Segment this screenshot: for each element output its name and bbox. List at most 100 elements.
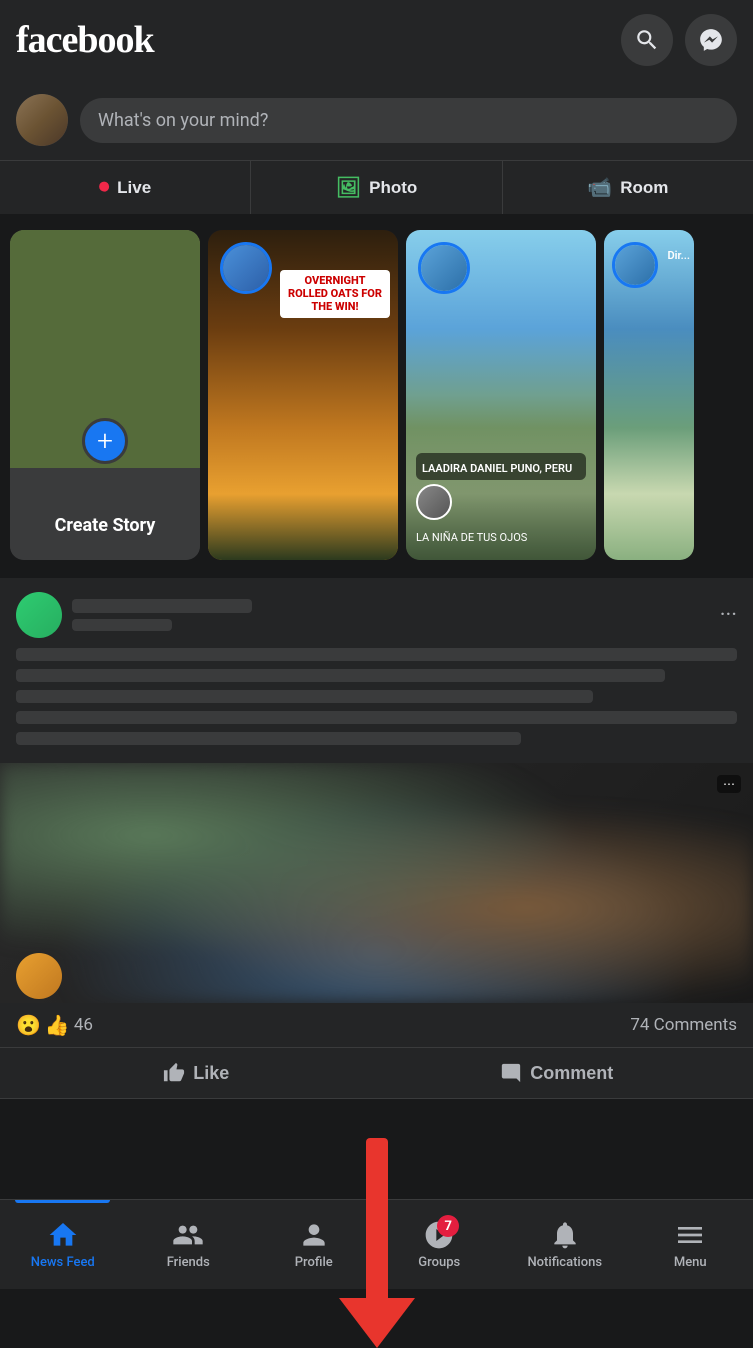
room-button[interactable]: 📹 Room: [503, 161, 753, 214]
nav-profile-icon: [298, 1219, 330, 1251]
story-card-4[interactable]: Dir...: [604, 230, 694, 560]
next-post-avatar: [16, 953, 62, 999]
story-3-song: LA NIÑA DE TUS OJOS: [416, 526, 586, 545]
nav-news-feed[interactable]: News Feed: [0, 1200, 126, 1289]
create-story-bottom: Create Story: [10, 468, 200, 560]
comment-label: Comment: [530, 1063, 613, 1084]
like-emoji: 👍: [45, 1013, 70, 1037]
story-4-name: Dir...: [667, 244, 690, 263]
nav-groups[interactable]: 7 Groups: [377, 1200, 503, 1289]
feed-post: ··· ⋯ 😮 👍 46 74 Comments: [0, 578, 753, 1099]
story-3-person-avatar: [416, 484, 452, 520]
header-icons: [621, 14, 737, 66]
avatar-image: [16, 94, 68, 146]
post-text-line-4: [16, 711, 737, 724]
post-composer: What's on your mind?: [0, 80, 753, 161]
story-3-label: LAADIRA DANIEL PUNO, PERU: [416, 453, 586, 480]
plus-icon: +: [97, 427, 113, 455]
post-more-button[interactable]: ···: [720, 603, 737, 628]
post-author-name: [72, 599, 252, 613]
create-story-plus: +: [82, 418, 128, 464]
story-4-avatar-img: [615, 245, 655, 285]
nav-notifications[interactable]: Notifications: [502, 1200, 628, 1289]
post-actions: Like Comment: [0, 1048, 753, 1099]
reactions-bar: 😮 👍 46 74 Comments: [0, 1003, 753, 1048]
story-4-name-text: Dir...: [667, 249, 690, 262]
create-story-label: Create Story: [55, 515, 156, 536]
comments-count[interactable]: 74 Comments: [630, 1015, 737, 1035]
room-icon: 📹: [587, 175, 612, 200]
nav-friends-label: Friends: [167, 1255, 210, 1270]
header: facebook: [0, 0, 753, 80]
story-card-2[interactable]: OVERNIGHT ROLLED OATS FOR THE WIN!: [208, 230, 398, 560]
stories-row: + Create Story OVERNIGHT ROLLED OATS FOR…: [0, 220, 753, 570]
messenger-button[interactable]: [685, 14, 737, 66]
nav-friends[interactable]: Friends: [126, 1200, 252, 1289]
facebook-logo: facebook: [16, 18, 154, 62]
search-icon: [634, 27, 660, 53]
live-button[interactable]: ⏺ Live: [0, 161, 251, 214]
photo-label: Photo: [369, 178, 417, 198]
post-card: ··· ⋯ 😮 👍 46 74 Comments: [0, 578, 753, 1099]
groups-badge: 7: [437, 1215, 459, 1237]
like-icon: [163, 1062, 185, 1084]
menu-icon: [674, 1219, 706, 1251]
composer-input[interactable]: What's on your mind?: [80, 98, 737, 143]
post-side-label: ⋯: [717, 775, 741, 793]
live-label: Live: [117, 178, 151, 198]
nav-profile-label: Profile: [295, 1255, 333, 1270]
post-image-blur: [0, 763, 753, 1003]
post-text-content: [0, 648, 753, 763]
story-3-avatar-img: [421, 245, 467, 291]
story-3-text: LAADIRA DANIEL PUNO, PERU: [422, 462, 572, 475]
story-banner: OVERNIGHT ROLLED OATS FOR THE WIN!: [280, 270, 390, 318]
story-3-person: [416, 484, 586, 520]
live-icon: ⏺: [99, 176, 109, 199]
create-story-card[interactable]: + Create Story: [10, 230, 200, 560]
wow-emoji: 😮: [16, 1013, 41, 1037]
home-icon: [47, 1219, 79, 1251]
story-3-avatar: [418, 242, 470, 294]
comment-button[interactable]: Comment: [377, 1052, 738, 1094]
post-text-line-2: [16, 669, 665, 682]
nav-menu[interactable]: Menu: [628, 1200, 753, 1289]
photo-icon: 🖼: [336, 175, 361, 200]
story-2-avatar-img: [223, 245, 269, 291]
nav-notifications-label: Notifications: [527, 1255, 602, 1270]
post-text-line-1: [16, 648, 737, 661]
reaction-emojis: 😮 👍 46: [16, 1013, 93, 1037]
nav-menu-icon: [674, 1219, 706, 1251]
room-label: Room: [620, 178, 668, 198]
nav-profile[interactable]: Profile: [251, 1200, 377, 1289]
action-bar: ⏺ Live 🖼 Photo 📹 Room: [0, 161, 753, 220]
post-text-line-3: [16, 690, 593, 703]
like-label: Like: [193, 1063, 229, 1084]
post-header: ···: [0, 578, 753, 648]
nav-news-feed-label: News Feed: [31, 1255, 95, 1270]
friends-icon: [172, 1219, 204, 1251]
post-text-line-5: [16, 732, 521, 745]
story-2-avatar: [220, 242, 272, 294]
story-card-3[interactable]: LAADIRA DANIEL PUNO, PERU LA NIÑA DE TUS…: [406, 230, 596, 560]
notifications-icon: [549, 1219, 581, 1251]
story-3-song-text: LA NIÑA DE TUS OJOS: [416, 531, 527, 544]
nav-notifications-icon: [549, 1219, 581, 1251]
post-image: ⋯: [0, 763, 753, 1003]
user-avatar: [16, 94, 68, 146]
profile-icon: [298, 1219, 330, 1251]
comment-icon: [500, 1062, 522, 1084]
messenger-icon: [698, 27, 724, 53]
story-4-avatar: [612, 242, 658, 288]
nav-groups-icon: 7: [423, 1219, 455, 1251]
bottom-nav: News Feed Friends Profile 7 Groups: [0, 1199, 753, 1289]
arrow-head: [339, 1298, 415, 1348]
post-avatar: [16, 592, 62, 638]
post-time: [72, 619, 172, 631]
search-button[interactable]: [621, 14, 673, 66]
nav-groups-label: Groups: [418, 1255, 460, 1270]
reaction-count: 46: [74, 1015, 93, 1035]
nav-menu-label: Menu: [674, 1255, 707, 1270]
nav-friends-icon: [172, 1219, 204, 1251]
photo-button[interactable]: 🖼 Photo: [251, 161, 502, 214]
like-button[interactable]: Like: [16, 1052, 377, 1094]
